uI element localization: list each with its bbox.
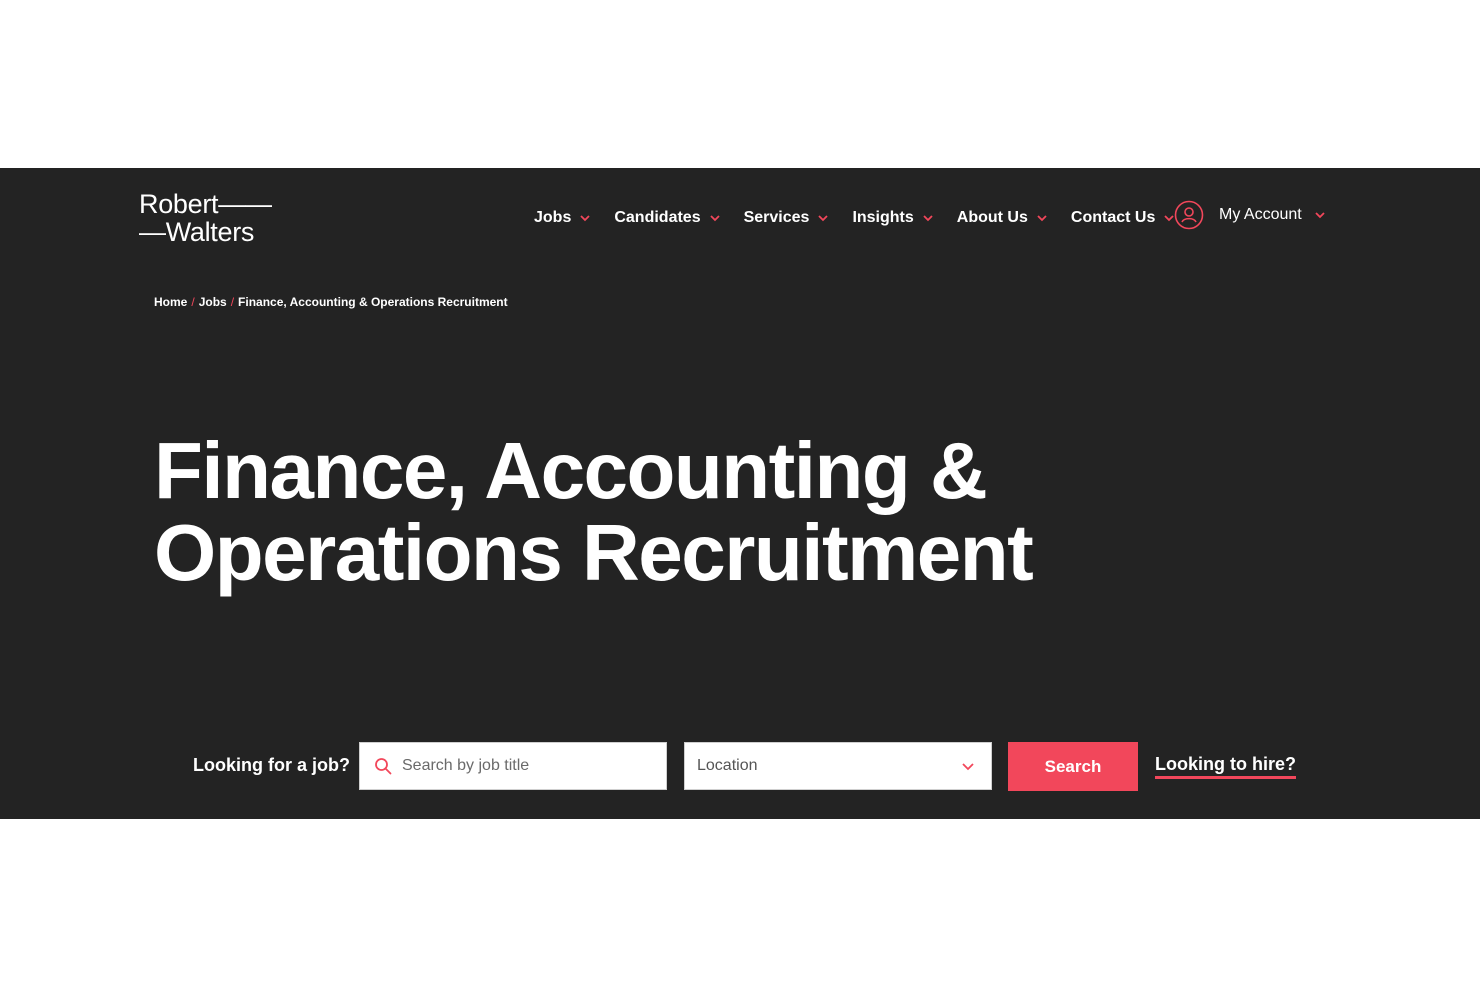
user-circle-icon xyxy=(1174,200,1204,230)
chevron-down-icon xyxy=(580,215,590,222)
chevron-down-icon xyxy=(962,763,974,771)
hero-section: Robert—— —Walters Jobs Candidates Servic… xyxy=(0,168,1480,819)
main-nav: Jobs Candidates Services Insights About … xyxy=(534,206,1198,230)
nav-item-about-us[interactable]: About Us xyxy=(957,209,1048,227)
job-title-input[interactable] xyxy=(402,757,652,775)
nav-item-label: Contact Us xyxy=(1070,209,1156,226)
chevron-down-icon xyxy=(923,215,933,222)
logo-line-2: —Walters xyxy=(139,217,255,247)
nav-item-label: Insights xyxy=(852,209,914,226)
job-search-prompt: Looking for a job? xyxy=(193,755,350,775)
search-button[interactable]: Search xyxy=(1008,742,1138,791)
nav-item-label: Services xyxy=(743,209,810,226)
breadcrumb-current: Finance, Accounting & Operations Recruit… xyxy=(238,295,508,309)
site-logo[interactable]: Robert—— —Walters xyxy=(139,190,272,246)
my-account-menu[interactable]: My Account xyxy=(1174,200,1326,230)
chevron-down-icon xyxy=(818,215,829,222)
nav-item-contact-us[interactable]: Contact Us xyxy=(1071,209,1175,227)
breadcrumb-separator: / xyxy=(230,295,235,309)
location-select[interactable]: Location xyxy=(684,742,992,790)
nav-item-services[interactable]: Services xyxy=(744,209,830,227)
chevron-down-icon xyxy=(709,215,720,222)
chevron-down-icon xyxy=(1315,212,1325,219)
nav-item-jobs[interactable]: Jobs xyxy=(534,209,591,227)
looking-to-hire-link[interactable]: Looking to hire? xyxy=(1155,754,1296,779)
breadcrumb-home[interactable]: Home xyxy=(154,295,187,309)
nav-item-label: Jobs xyxy=(534,209,572,226)
search-icon xyxy=(375,758,392,775)
breadcrumb: Home / Jobs / Finance, Accounting & Operatio… xyxy=(154,295,508,309)
job-search-bar: Looking for a job? Location Search Looki… xyxy=(0,741,1480,791)
logo-line-1: Robert—— xyxy=(139,189,272,219)
breadcrumb-jobs[interactable]: Jobs xyxy=(199,295,227,309)
nav-item-label: About Us xyxy=(956,209,1028,226)
page-title: Finance, Accounting & Operations Recruit… xyxy=(154,426,1034,597)
nav-item-insights[interactable]: Insights xyxy=(852,209,933,227)
location-value: Location xyxy=(697,757,758,774)
nav-item-candidates[interactable]: Candidates xyxy=(614,209,720,227)
nav-item-label: Candidates xyxy=(614,209,701,226)
breadcrumb-separator: / xyxy=(191,295,195,309)
chevron-down-icon xyxy=(1037,215,1047,222)
job-title-field[interactable] xyxy=(359,742,667,790)
page-title-line-2: Operations Recruitment xyxy=(154,508,1034,597)
my-account-label: My Account xyxy=(1219,206,1302,223)
page-title-line-1: Finance, Accounting & xyxy=(154,426,988,515)
